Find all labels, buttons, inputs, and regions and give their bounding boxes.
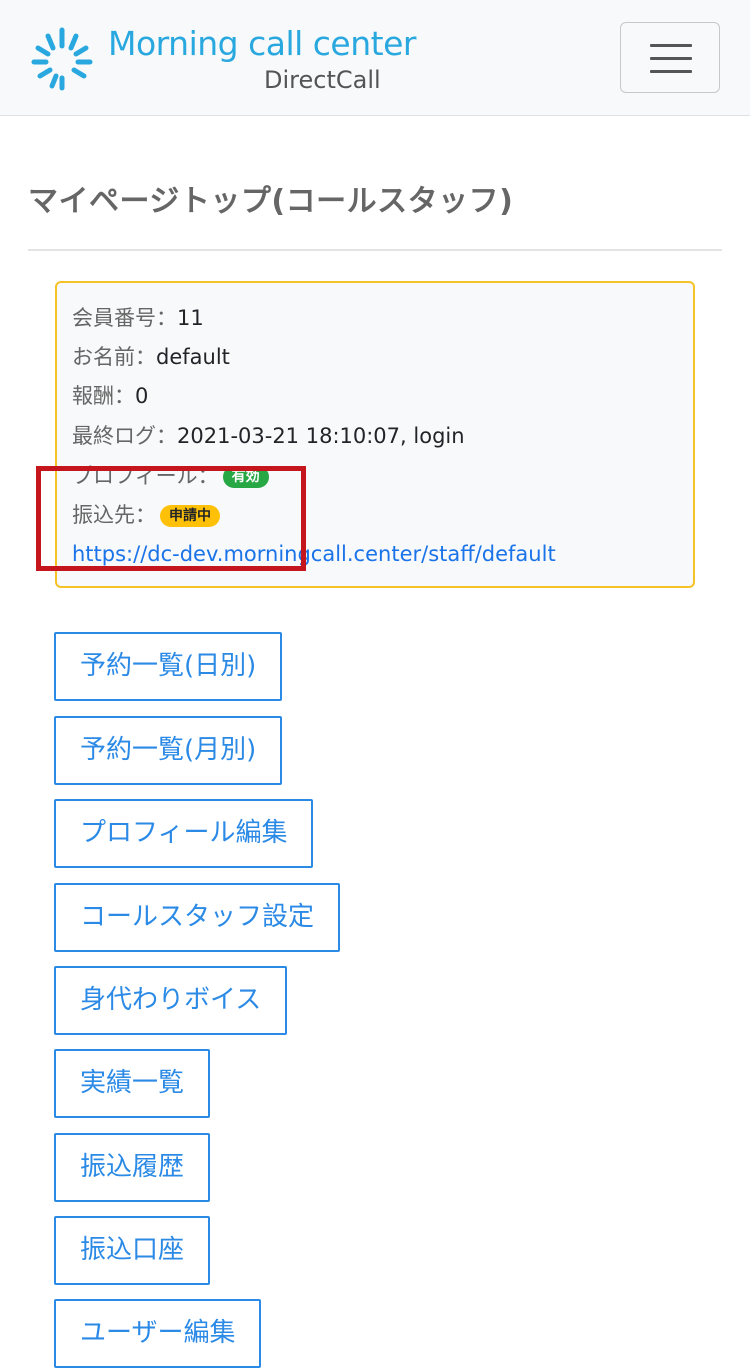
- name-label: お名前：: [72, 345, 156, 369]
- profile-status-label: プロフィール：: [72, 464, 219, 488]
- hamburger-menu-icon: [650, 57, 692, 60]
- reward-label: 報酬：: [72, 384, 135, 408]
- name-value: default: [156, 345, 230, 369]
- last-log-value: 2021-03-21 18:10:07, login: [177, 424, 465, 448]
- navbar: Morning call center DirectCall: [0, 0, 750, 116]
- last-log-row: 最終ログ：2021-03-21 18:10:07, login: [72, 421, 465, 451]
- profile-status-row: プロフィール： 有効: [72, 461, 269, 491]
- hamburger-menu-icon: [650, 70, 692, 73]
- transfer-status-label: 振込先：: [72, 503, 156, 527]
- brand-name: Morning call center: [108, 24, 416, 63]
- page-title: マイページトップ(コールスタッフ): [28, 184, 514, 219]
- sunburst-logo-icon: [31, 27, 93, 91]
- call-staff-settings-button[interactable]: コールスタッフ設定: [54, 883, 341, 952]
- transfer-account-button[interactable]: 振込口座: [54, 1216, 211, 1285]
- substitute-voice-button[interactable]: 身代わりボイス: [54, 966, 288, 1035]
- member-number-label: 会員番号：: [72, 306, 177, 330]
- transfer-status-row: 振込先： 申請中: [72, 500, 220, 530]
- last-log-label: 最終ログ：: [72, 424, 177, 448]
- member-number-value: 11: [177, 306, 204, 330]
- results-list-button[interactable]: 実績一覧: [54, 1049, 211, 1118]
- profile-edit-button[interactable]: プロフィール編集: [54, 799, 314, 868]
- reservation-list-monthly-button[interactable]: 予約一覧(月別): [54, 716, 283, 785]
- reward-row: 報酬：0: [72, 381, 148, 411]
- profile-status-badge: 有効: [222, 466, 269, 488]
- transfer-history-button[interactable]: 振込履歴: [54, 1133, 211, 1202]
- name-row: お名前：default: [72, 342, 230, 372]
- brand-link[interactable]: Morning call center DirectCall: [28, 22, 416, 94]
- reservation-list-daily-button[interactable]: 予約一覧(日別): [54, 632, 283, 701]
- profile-info-card: 会員番号：11 お名前：default 報酬：0 最終ログ：2021-03-21…: [55, 281, 695, 588]
- title-divider: [28, 249, 722, 251]
- brand-subtitle: DirectCall: [264, 66, 381, 94]
- hamburger-menu-button[interactable]: [620, 22, 720, 93]
- staff-page-link[interactable]: https://dc-dev.morningcall.center/staff/…: [72, 539, 556, 569]
- reward-value: 0: [135, 384, 149, 408]
- hamburger-menu-icon: [650, 44, 692, 47]
- transfer-status-badge: 申請中: [160, 505, 220, 527]
- member-number-row: 会員番号：11: [72, 303, 204, 333]
